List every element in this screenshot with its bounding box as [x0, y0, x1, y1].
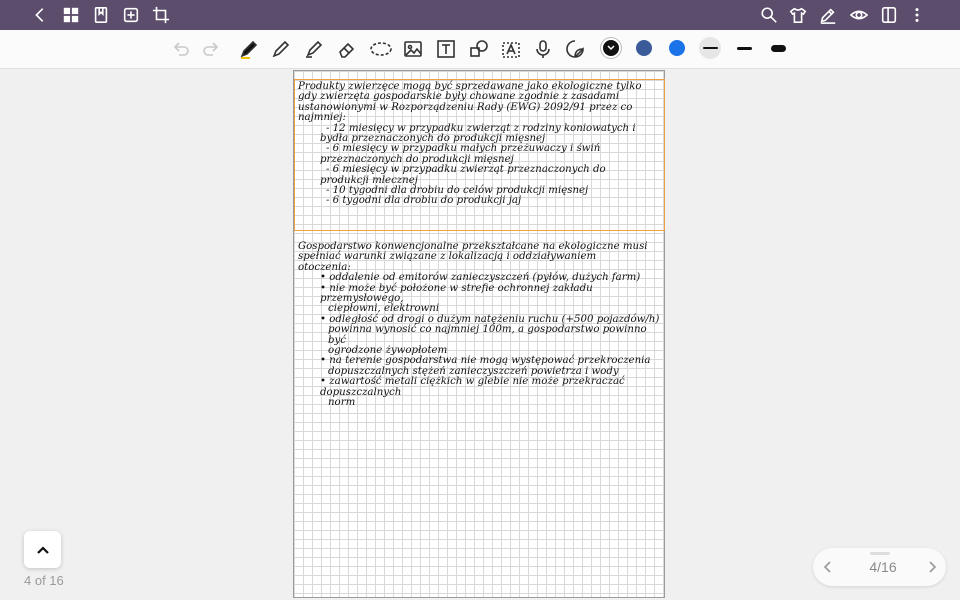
page-navigator: 4/16 — [813, 548, 946, 586]
drag-handle[interactable] — [870, 552, 890, 555]
back-icon[interactable] — [30, 5, 50, 25]
list-item: • nie może być położone w strefie ochron… — [320, 282, 596, 305]
crop-icon[interactable] — [151, 5, 171, 25]
pen-icon[interactable] — [238, 38, 260, 60]
page-count: 4 of 16 — [24, 573, 64, 588]
next-page-button[interactable] — [923, 558, 941, 576]
stroke-width-medium[interactable] — [733, 40, 755, 56]
eraser-icon[interactable] — [336, 38, 358, 60]
bookmark-icon[interactable] — [91, 5, 111, 25]
undo-icon[interactable] — [170, 38, 192, 60]
text-line: ustanowionymi w Rozporządzeniu Rady (EWG… — [298, 101, 633, 113]
lasso-icon[interactable] — [368, 38, 394, 60]
microphone-icon[interactable] — [532, 38, 554, 60]
chevron-right-icon — [929, 561, 937, 573]
app-bar — [0, 0, 960, 30]
list-item: - 6 tygodni dla drobiu do produkcji jaj — [326, 195, 522, 207]
scroll-up-button[interactable] — [24, 531, 61, 568]
eye-icon[interactable] — [849, 5, 869, 25]
sticker-icon[interactable] — [564, 38, 586, 60]
list-item: norm — [328, 397, 356, 409]
previous-page-button[interactable] — [819, 558, 837, 576]
stroke-width-thin[interactable] — [699, 37, 721, 59]
list-item: • zawartość metali ciężkich w glebie nie… — [320, 376, 628, 398]
color-swatch-blue[interactable] — [669, 40, 685, 56]
text-box-icon[interactable] — [435, 38, 457, 60]
stroke-width-thick[interactable] — [767, 40, 789, 56]
note-block-2: Gospodarstwo konwencjonalne przekształca… — [298, 241, 662, 409]
chevron-up-icon — [36, 545, 49, 554]
page-indicator: 4/16 — [869, 559, 897, 575]
shirt-icon[interactable] — [788, 5, 808, 25]
shape-icon[interactable] — [468, 38, 490, 60]
list-item: powinna wynosić co najmniej 100m, a gosp… — [328, 324, 650, 346]
search-icon[interactable] — [759, 5, 779, 25]
note-page[interactable]: Produkty zwierzęce mogą być sprzedawane … — [293, 70, 665, 598]
text-recognition-icon[interactable] — [500, 38, 522, 60]
chevron-left-icon — [823, 561, 831, 573]
color-swatch-navy[interactable] — [636, 40, 652, 56]
drawing-toolbar — [0, 30, 960, 69]
note-block-1: Produkty zwierzęce mogą być sprzedawane … — [298, 81, 662, 207]
redo-icon[interactable] — [200, 38, 222, 60]
pen-edit-icon[interactable] — [818, 5, 838, 25]
fineliner-icon[interactable] — [270, 38, 292, 60]
more-icon[interactable] — [907, 5, 927, 25]
highlighter-icon[interactable] — [303, 38, 325, 60]
image-icon[interactable] — [402, 38, 424, 60]
color-swatch-black[interactable] — [603, 40, 619, 56]
sidebar-toggle-icon[interactable] — [879, 5, 899, 25]
text-line: spełniać warunki związane z lokalizacją … — [298, 251, 597, 263]
add-page-icon[interactable] — [121, 5, 141, 25]
grid-icon[interactable] — [61, 5, 81, 25]
